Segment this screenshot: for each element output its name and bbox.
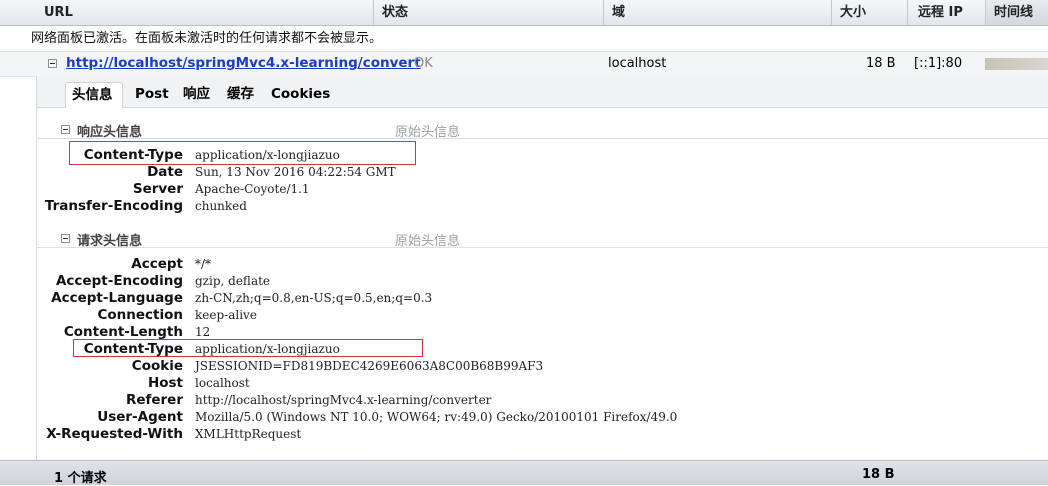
column-domain[interactable]: 域 <box>604 0 832 25</box>
header-value: */* <box>195 257 212 271</box>
request-header-row: X-Requested-With XMLHttpRequest <box>37 426 1048 443</box>
header-value: 12 <box>195 325 211 339</box>
header-value: JSESSIONID=FD819BDEC4269E6063A8C00B68B99… <box>195 359 544 373</box>
column-url[interactable]: URL <box>36 0 374 25</box>
response-headers-section-header: 响应头信息 原始头信息 <box>37 119 1048 140</box>
request-header-row: Host localhost <box>37 375 1048 392</box>
request-header-row: Referer http://localhost/springMvc4.x-le… <box>37 392 1048 409</box>
header-name: Cookie <box>131 358 183 374</box>
total-size: 18 B <box>862 467 895 482</box>
header-value: zh-CN,zh;q=0.8,en-US;q=0.5,en;q=0.3 <box>195 291 433 305</box>
header-value: Mozilla/5.0 (Windows NT 10.0; WOW64; rv:… <box>195 410 678 424</box>
collapse-toggle-icon[interactable] <box>61 234 70 243</box>
request-url-link[interactable]: http://localhost/springMvc4.x-learning/c… <box>66 55 421 71</box>
request-details-panel: 头信息 Post 响应 缓存 Cookies 响应头信息 原始头信息 Conte… <box>36 76 1048 460</box>
collapse-toggle-icon[interactable] <box>61 125 70 134</box>
header-name: Server <box>132 181 183 197</box>
header-value: XMLHttpRequest <box>195 427 302 441</box>
request-headers-title[interactable]: 请求头信息 <box>77 230 142 249</box>
header-value: chunked <box>195 199 247 213</box>
tab-response[interactable]: 响应 <box>177 82 216 108</box>
tab-headers[interactable]: 头信息 <box>65 82 123 108</box>
summary-footer: 1 个请求 18 B <box>0 460 1048 486</box>
header-value: http://localhost/springMvc4.x-learning/c… <box>195 393 492 407</box>
request-header-row: Accept-Language zh-CN,zh;q=0.8,en-US;q=0… <box>37 290 1048 307</box>
header-value: Sun, 13 Nov 2016 04:22:54 GMT <box>195 165 396 179</box>
column-header-bar: URL 状态 域 大小 远程 IP 时间线 <box>0 0 1048 26</box>
response-header-row: Date Sun, 13 Nov 2016 04:22:54 GMT <box>37 164 1048 181</box>
tab-cookies[interactable]: Cookies <box>265 82 336 108</box>
request-row[interactable]: http://localhost/springMvc4.x-learning/c… <box>0 52 1048 77</box>
request-domain: localhost <box>608 56 667 71</box>
collapse-toggle-icon[interactable] <box>48 59 57 68</box>
tab-post[interactable]: Post <box>129 82 175 108</box>
request-status: OK <box>414 56 433 71</box>
header-name: Date <box>147 164 183 180</box>
header-name: Accept <box>131 256 183 272</box>
request-header-row: Accept */* <box>37 256 1048 273</box>
header-name: User-Agent <box>97 409 183 425</box>
response-header-row: Transfer-Encoding chunked <box>37 198 1048 215</box>
tab-cache[interactable]: 缓存 <box>221 82 260 108</box>
header-name: Referer <box>125 392 183 408</box>
header-name: Connection <box>97 307 183 323</box>
header-value: Apache-Coyote/1.1 <box>195 182 310 196</box>
response-headers-title[interactable]: 响应头信息 <box>77 121 142 140</box>
header-value: keep-alive <box>195 308 257 322</box>
header-name: Transfer-Encoding <box>44 198 183 214</box>
header-name: Content-Length <box>63 324 183 340</box>
header-value: gzip, deflate <box>195 274 271 288</box>
header-value: localhost <box>195 376 250 390</box>
request-header-row: Accept-Encoding gzip, deflate <box>37 273 1048 290</box>
request-headers-section-header: 请求头信息 原始头信息 <box>37 228 1048 249</box>
content-type-highlight-box <box>69 141 416 165</box>
header-name: Accept-Encoding <box>55 273 183 289</box>
request-count: 1 个请求 <box>54 471 107 486</box>
request-header-row: Connection keep-alive <box>37 307 1048 324</box>
request-header-row: Cookie JSESSIONID=FD819BDEC4269E6063A8C0… <box>37 358 1048 375</box>
content-type-highlight-box <box>73 339 423 357</box>
request-raw-headers-link[interactable]: 原始头信息 <box>395 230 460 249</box>
column-size[interactable]: 大小 <box>832 0 908 25</box>
column-status[interactable]: 状态 <box>374 0 604 25</box>
request-size: 18 B <box>866 56 896 71</box>
request-header-row: User-Agent Mozilla/5.0 (Windows NT 10.0;… <box>37 409 1048 426</box>
response-raw-headers-link[interactable]: 原始头信息 <box>395 121 460 140</box>
timeline-bar[interactable] <box>985 58 1048 70</box>
column-remote-ip[interactable]: 远程 IP <box>908 0 986 25</box>
header-name: Host <box>147 375 183 391</box>
panel-notice: 网络面板已激活。在面板未激活时的任何请求都不会被显示。 <box>0 26 1048 52</box>
response-header-row: Server Apache-Coyote/1.1 <box>37 181 1048 198</box>
header-name: X-Requested-With <box>46 426 183 442</box>
header-name: Accept-Language <box>51 290 183 306</box>
column-timeline[interactable]: 时间线 <box>986 0 1048 25</box>
details-tabbar: 头信息 Post 响应 缓存 Cookies <box>37 76 1048 108</box>
request-remote-ip: [::1]:80 <box>914 56 963 71</box>
